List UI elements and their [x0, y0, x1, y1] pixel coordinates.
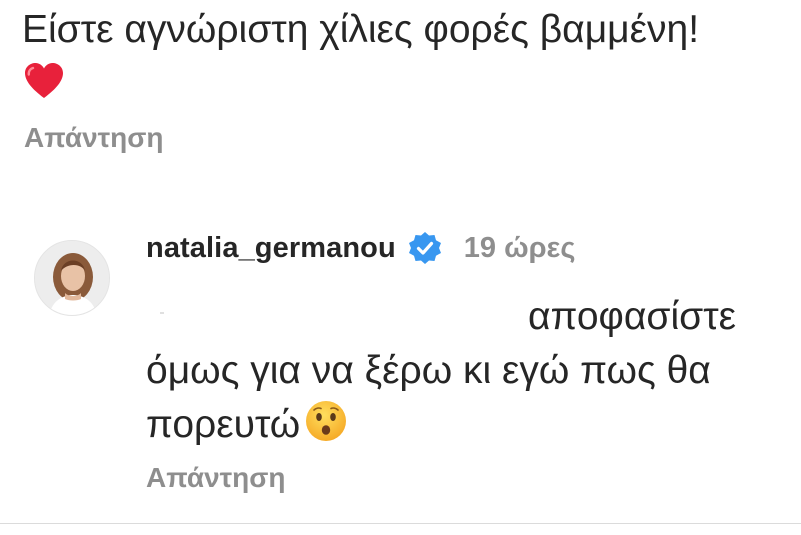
reply-comment-text: αποφασίστε όμως για να ξέρω κι εγώ πως θ…: [146, 290, 746, 458]
reply-header: natalia_germanou 19 ώρες: [146, 226, 575, 270]
avatar-image: [35, 241, 109, 315]
hushed-face-icon: [304, 399, 348, 458]
parent-comment-text: Είστε αγνώριστη χίλιες φορές βαμμένη!: [22, 4, 722, 114]
verified-badge-icon: [408, 231, 442, 265]
reply-text-rest: όμως για να ξέρω κι εγώ πως θα πορευτώ: [146, 349, 711, 446]
reply-button[interactable]: Απάντηση: [24, 122, 164, 154]
reply-text-line1: αποφασίστε: [527, 295, 736, 338]
username[interactable]: natalia_germanou: [146, 232, 396, 265]
bottom-divider: [0, 523, 801, 524]
reply-button[interactable]: Απάντηση: [146, 462, 286, 494]
parent-comment-body: Είστε αγνώριστη χίλιες φορές βαμμένη!: [22, 8, 700, 51]
red-heart-icon: [24, 62, 64, 114]
comment-time: 19 ώρες: [463, 231, 576, 264]
avatar[interactable]: [34, 240, 110, 316]
